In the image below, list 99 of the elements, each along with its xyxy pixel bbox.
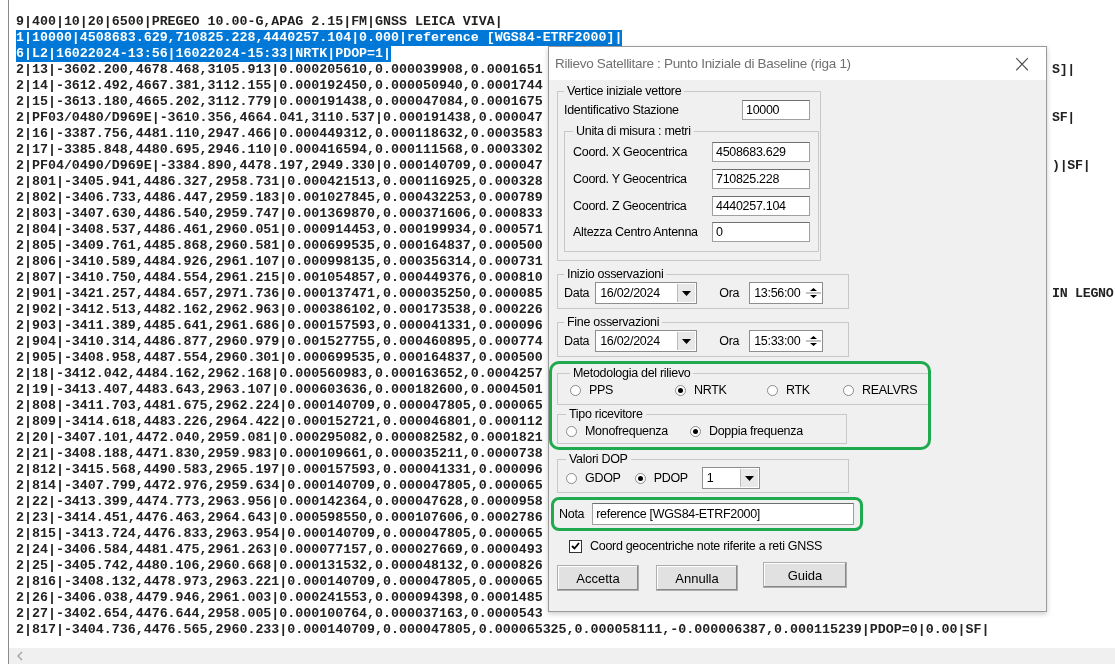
spin-arrows-icon [806, 333, 822, 349]
text-line: 2|904|-3410.314,4486.877,2960.979|0.001527755,0.000460895,0.000774 [16, 334, 543, 350]
text-line: 2|803|-3407.630,4486.540,2959.747|0.001369870,0.000371606,0.000833 [16, 206, 543, 222]
field-label: Identificativo Stazione [564, 103, 679, 117]
input-field[interactable]: 0 [712, 222, 810, 242]
text-line: 2|13|-3602.200,4678.468,3105.913|0.000205610,0.000039908,0.0001651 [16, 62, 543, 78]
field-label: Coord. Z Geocentrica [573, 198, 687, 213]
dropdown[interactable]: 1 [701, 467, 760, 489]
group-title: Vertice iniziale vettore [566, 84, 683, 98]
radio-label: REALVRS [862, 383, 918, 397]
dialog-button[interactable]: Guida [763, 562, 847, 588]
field-label: Coord. Y Geocentrica [573, 171, 687, 186]
text-line: 2|22|-3413.399,4474.773,2963.956|0.000142364,0.000047628,0.0000958 [16, 494, 543, 510]
text-line: 2|807|-3410.750,4484.554,2961.215|0.001054857,0.000449376,0.000810 [16, 270, 543, 286]
text-line: 2|808|-3411.703,4481.675,2962.224|0.000140709,0.000047805,0.000065 [16, 398, 543, 414]
input-field[interactable]: 710825.228 [712, 168, 810, 189]
input-field[interactable]: reference [WGS84-ETRF2000] [592, 503, 854, 525]
field-label: Data [564, 286, 590, 300]
text-line: 2|809|-3414.618,4483.226,2964.422|0.000152721,0.000046801,0.000112 [16, 414, 543, 430]
text-line: 2|802|-3406.733,4486.447,2959.183|0.001027845,0.000432253,0.000789 [16, 190, 543, 206]
radio-label: GDOP [585, 471, 621, 485]
text-line: )|SF| [1052, 158, 1092, 174]
group-title: Inizio osservazioni [566, 267, 665, 281]
text-line: 2|814|-3407.799,4472.976,2959.634|0.000140709,0.000047805,0.000065 [16, 478, 543, 494]
text-line: 2|20|-3407.101,4472.040,2959.081|0.000295082,0.000082582,0.0001821 [16, 430, 543, 446]
field-label: Nota [559, 507, 585, 521]
input-field[interactable]: 10000 [742, 100, 810, 120]
field-label: Ora [719, 334, 740, 348]
time-field[interactable]: 13:56:00 [749, 282, 824, 304]
group-title: Fine osservazioni [566, 315, 661, 329]
radio-button[interactable] [570, 384, 581, 396]
text-line: 2|812|-3415.568,4490.583,2965.197|0.000157593,0.000041331,0.000096 [16, 462, 543, 478]
radio-label: Doppia frequenza [708, 424, 803, 438]
text-line: SF| [1052, 110, 1077, 126]
input-field[interactable]: 4440257.104 [712, 195, 810, 216]
field-label: Ora [719, 286, 740, 300]
dialog-button[interactable]: Accetta [557, 565, 639, 591]
checkbox[interactable] [569, 539, 582, 553]
text-line: 2|26|-3406.038,4479.946,2961.003|0.000241553,0.000094398,0.0001485 [16, 590, 543, 606]
text-line: 2|815|-3413.724,4476.833,2963.954|0.000140709,0.000047805,0.000065 [16, 526, 543, 542]
text-line: 9|400|10|20|6500|PREGEO 10.00-G,APAG 2.15|FM|GNSS LEICA VIVA| [16, 14, 503, 30]
text-line: 2|16|-3387.756,4481.110,2947.466|0.000449312,0.000118632,0.0003583 [16, 126, 543, 142]
text-line: 2|816|-3408.132,4478.973,2963.221|0.000140709,0.000047805,0.000065 [16, 574, 543, 590]
input-field[interactable]: 4508683.629 [712, 141, 810, 162]
radio-button[interactable] [767, 384, 778, 396]
scroll-left-icon[interactable] [17, 651, 23, 661]
text-line: 2|15|-3613.180,4665.202,3112.779|0.000191438,0.000047084,0.0001675 [16, 94, 543, 110]
spin-arrows-icon [806, 285, 822, 301]
date-picker[interactable]: 16/02/2024 [595, 282, 698, 304]
text-line: 2|21|-3408.188,4471.830,2959.983|0.000109661,0.000035211,0.0000738 [16, 446, 543, 462]
radio-button[interactable] [566, 472, 577, 484]
field-label: Altezza Centro Antenna [573, 225, 698, 239]
text-line: 2|817|-3404.736,4476.565,2960.233|0.000140709,0.000047805,0.000065325,0.000058111,-0.000006387,0.000115239|PDOP=0|0.00|SF| [16, 622, 990, 638]
radio-button[interactable] [843, 384, 854, 396]
dropdown-arrow-icon [682, 290, 692, 296]
text-line: 2|23|-3414.451,4476.463,2964.643|0.000598550,0.000107606,0.0002786 [16, 510, 543, 526]
field-label: Coord. X Geocentrica [573, 144, 688, 159]
text-line: 2|PF03/0480/D969E|-3610.356,4664.041,3110.537|0.000191438,0.000047 [16, 110, 543, 126]
radio-button[interactable] [689, 425, 701, 437]
text-line: 2|901|-3421.257,4484.657,2971.736|0.000137471,0.000035250,0.000085 [16, 286, 543, 302]
close-button[interactable]: × [1009, 51, 1034, 76]
dialog-title: Rilievo Satellitare : Punto Iniziale di Baseline (riga 1) [555, 56, 851, 71]
text-line: 2|27|-3402.654,4476.644,2958.005|0.000100764,0.000037163,0.0000543 [16, 606, 543, 622]
radio-label: NRTK [694, 383, 727, 397]
text-line: 2|903|-3411.389,4485.641,2961.686|0.000157593,0.000041331,0.000096 [16, 318, 543, 334]
radio-label: PPS [589, 383, 614, 397]
text-line: 2|17|-3385.848,4480.695,2946.110|0.000416594,0.000111568,0.0003302 [16, 142, 543, 158]
text-line: 2|805|-3409.761,4485.868,2960.581|0.000699535,0.000164837,0.000500 [16, 238, 543, 254]
group-title: Metodologia del rilievo [572, 366, 692, 380]
group-title: Tipo ricevitore [568, 407, 644, 421]
text-line: 2|14|-3612.492,4667.381,3112.155|0.000192450,0.000050940,0.0001744 [16, 78, 543, 94]
text-line: 2|24|-3406.584,4481.475,2961.263|0.000077157,0.000027669,0.0000493 [16, 542, 543, 558]
text-line: 2|18|-3412.042,4484.162,2962.168|0.000560983,0.000163652,0.0004257 [16, 366, 543, 382]
text-line: IN LEGNO [1052, 286, 1115, 302]
radio-button[interactable] [675, 384, 686, 396]
text-line: 2|806|-3410.589,4484.926,2961.107|0.000998135,0.000356314,0.000731 [16, 254, 543, 270]
text-line: 2|PF04/0490/D969E|-3384.890,4478.197,2949.330|0.000140709,0.000047 [16, 158, 543, 174]
text-line: 2|905|-3408.958,4487.554,2960.301|0.000699535,0.000164837,0.000500 [16, 350, 543, 366]
radio-button[interactable] [634, 472, 646, 484]
group-title: Valori DOP [568, 452, 629, 466]
text-line: 2|902|-3412.513,4482.162,2962.963|0.000386102,0.000173538,0.000226 [16, 302, 543, 318]
text-line: 2|804|-3408.537,4486.461,2960.051|0.000914453,0.000199934,0.000571 [16, 222, 543, 238]
text-line: S]| [1052, 62, 1077, 78]
text-line: 2|25|-3405.742,4480.106,2960.668|0.000131532,0.000048132,0.0000826 [16, 558, 543, 574]
field-label: Data [564, 334, 590, 348]
time-field[interactable]: 15:33:00 [749, 330, 824, 352]
radio-label: PDOP [653, 471, 688, 485]
group-title: Unita di misura : metri [575, 124, 692, 138]
horizontal-scrollbar[interactable] [8, 648, 1115, 664]
radio-button[interactable] [566, 425, 577, 437]
text-line: 2|801|-3405.941,4486.327,2958.731|0.000421513,0.000116925,0.000328 [16, 174, 543, 190]
date-picker[interactable]: 16/02/2024 [595, 330, 698, 352]
dropdown-arrow-icon [682, 338, 692, 344]
radio-label: RTK [786, 383, 810, 397]
dialog-button[interactable]: Annulla [656, 565, 738, 591]
radio-label: Monofrequenza [585, 424, 668, 438]
checkbox-label: Coord geocentriche note riferite a reti GNSS [590, 539, 823, 553]
text-line: 2|19|-3413.407,4483.643,2963.107|0.000603636,0.000182600,0.0004501 [16, 382, 543, 398]
dropdown-arrow-icon [744, 475, 754, 481]
